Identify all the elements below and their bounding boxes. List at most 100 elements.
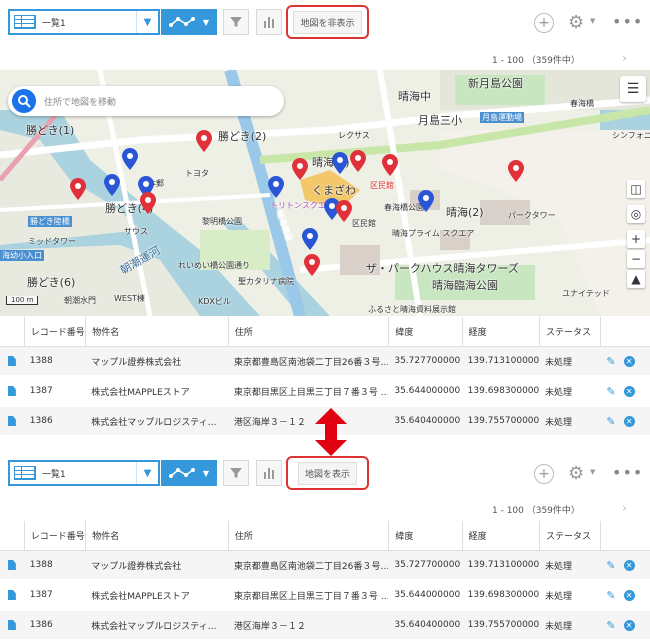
show-map-button[interactable]: 地図を表示 [297,461,357,485]
table-row[interactable]: 1388 マップル證券株式会社 東京都豊島区南池袋二丁目26番３号… 35.72… [0,551,650,581]
map-pin-red[interactable] [336,200,352,222]
map-label: 勝どき陸橋 [28,216,72,227]
map-pin-blue[interactable] [104,174,120,196]
chart-button[interactable] [256,460,282,486]
add-record-button[interactable]: + [534,13,554,33]
header-property-name: 物件名 [85,317,228,346]
view-select[interactable]: 一覧1 ▼ [8,460,160,486]
table-row[interactable]: 1387 株式会社MAPPLEストア 東京都目黒区上目黒三丁目７番３号 … 35… [0,377,650,407]
close-icon[interactable]: ✕ [623,355,635,367]
zoom-out-icon[interactable]: − [627,250,645,268]
map-label: 区民館 [352,219,376,228]
pencil-icon[interactable]: ✎ [606,385,615,398]
close-icon[interactable]: ✕ [623,415,635,427]
pencil-icon[interactable]: ✎ [606,589,615,602]
map-label: サウス [124,227,148,236]
map-label: くまざわ [312,184,356,197]
map-label: 晴海臨海公園 [432,279,498,292]
map-label: 月島運動場 [480,112,524,123]
map-pin-blue[interactable] [122,148,138,170]
table-row[interactable]: 1388 マップル證券株式会社 東京都豊島区南池袋二丁目26番３号… 35.72… [0,347,650,377]
graph-icon [168,468,195,478]
map-label: 勝どき(1) [26,124,75,137]
more-icon[interactable]: ••• [612,463,643,482]
map-label: 月島三小 [418,114,462,127]
map-toggle-highlight: 地図を表示 [286,456,369,490]
header-latitude: 緯度 [388,317,461,346]
pencil-icon[interactable]: ✎ [606,619,615,632]
graph-button[interactable]: ▼ [161,460,217,486]
document-icon[interactable] [7,386,16,396]
map-menu-icon[interactable]: ☰ [620,76,646,102]
map-label: 春海橋 [570,99,594,108]
document-icon[interactable] [7,416,16,426]
map-pin-red[interactable] [196,130,212,152]
document-icon[interactable] [7,590,16,600]
map-pin-blue[interactable] [268,176,284,198]
map-pin-red[interactable] [292,158,308,180]
plus-icon: + [538,466,550,482]
map-pin-red[interactable] [70,178,86,200]
map-label: WEST棟 [114,294,145,303]
filter-button[interactable] [223,9,249,35]
table-row[interactable]: 1387 株式会社MAPPLEストア 東京都目黒区上目黒三丁目７番３号 … 35… [0,581,650,611]
table-row[interactable]: 1386 株式会社マップルロジスティ… 港区海岸３－１２ 35.64040000… [0,611,650,641]
pager-next-icon[interactable]: › [622,51,627,65]
header-record-number: レコード番号 [23,521,85,550]
chart-button[interactable] [256,9,282,35]
map-pin-blue[interactable] [418,190,434,212]
gear-icon[interactable]: ⚙ [568,463,584,484]
header-address: 住所 [227,521,388,550]
pencil-icon[interactable]: ✎ [606,415,615,428]
map-pin-red[interactable] [304,254,320,276]
map-pin-blue[interactable] [302,228,318,250]
map-pin-blue[interactable] [332,152,348,174]
toolbar-bottom: 一覧1 ▼ ▼ 地図を表示 + ⚙ ▼ ••• [0,451,650,491]
close-icon[interactable]: ✕ [623,559,635,571]
pencil-icon[interactable]: ✎ [606,355,615,368]
header-status: ステータス [538,521,600,550]
gear-icon[interactable]: ⚙ [568,12,584,33]
map-search-input[interactable]: 住所で地図を移動 [44,95,116,108]
map-pin-red[interactable] [140,192,156,214]
close-icon[interactable]: ✕ [623,385,635,397]
map-label: KDXビル [198,297,231,306]
map-pin-red[interactable] [350,150,366,172]
header-latitude: 緯度 [388,521,461,550]
compass-icon[interactable]: ▲ [627,270,645,288]
list-icon [14,15,36,29]
filter-button[interactable] [223,460,249,486]
map-pin-red[interactable] [382,154,398,176]
locate-icon[interactable]: ◎ [627,205,645,223]
filter-icon [230,17,242,27]
document-icon[interactable] [7,356,16,366]
map-view[interactable]: 住所で地図を移動 ☰ ◫ ◎ + − ▲ 勝どき(1) 勝どき(2) 勝どき(4… [0,70,650,316]
add-record-button[interactable]: + [534,464,554,484]
double-arrow-icon [315,408,347,456]
map-label: シンフォニア 春海 [612,131,650,140]
map-label: れいめい橋公園通り [178,261,250,270]
header-status: ステータス [538,317,600,346]
view-select[interactable]: 一覧1 ▼ [8,9,160,35]
more-icon[interactable]: ••• [612,12,643,31]
map-search-box[interactable]: 住所で地図を移動 [8,86,284,116]
hide-map-button[interactable]: 地図を非表示 [293,10,362,34]
zoom-in-icon[interactable]: + [627,230,645,248]
document-icon[interactable] [7,560,16,570]
chevron-down-icon: ▼ [590,468,596,476]
chevron-down-icon: ▼ [202,17,210,27]
pencil-icon[interactable]: ✎ [606,559,615,572]
graph-button[interactable]: ▼ [161,9,217,35]
close-icon[interactable]: ✕ [623,619,635,631]
view-label: 一覧1 [42,18,66,29]
map-label: 晴海(2) [446,206,484,219]
document-icon[interactable] [7,620,16,630]
pager-next-icon[interactable]: › [622,501,627,515]
record-table: レコード番号 物件名 住所 緯度 経度 ステータス 1388 マップル證券株式会… [0,521,650,641]
map-label: 海幼小入口 [0,250,44,261]
layers-icon[interactable]: ◫ [627,180,645,198]
close-icon[interactable]: ✕ [623,589,635,601]
map-pin-red[interactable] [508,160,524,182]
map-label: トヨタ [185,169,209,178]
map-label: パークタワー [508,211,556,220]
